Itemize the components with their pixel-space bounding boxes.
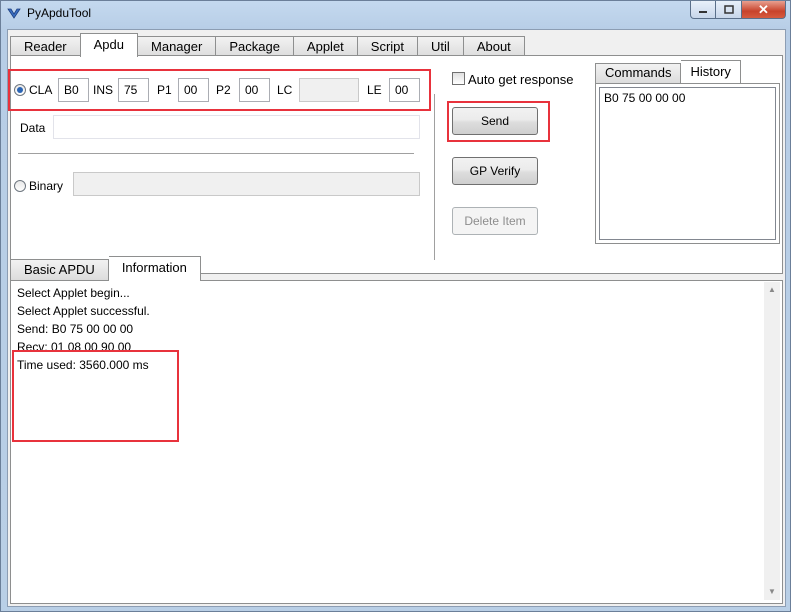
ins-label: INS: [93, 83, 114, 97]
close-button[interactable]: ✕: [742, 1, 786, 19]
log-line: Select Applet begin...: [17, 286, 130, 300]
tab-reader[interactable]: Reader: [10, 36, 80, 57]
tab-apdu[interactable]: Apdu: [79, 33, 139, 57]
tab-about[interactable]: About: [462, 36, 525, 57]
tab-script[interactable]: Script: [356, 36, 418, 57]
minimize-icon: [699, 10, 707, 13]
p2-label: P2: [216, 83, 231, 97]
tab-history[interactable]: History: [681, 60, 741, 83]
tab-applet[interactable]: Applet: [292, 36, 357, 57]
tab-information[interactable]: Information: [108, 256, 201, 281]
auto-get-response-checkbox[interactable]: [452, 72, 465, 85]
scroll-up-icon[interactable]: ▲: [764, 282, 780, 298]
send-button[interactable]: Send: [452, 107, 538, 135]
maximize-button[interactable]: [716, 1, 742, 19]
tab-manager[interactable]: Manager: [138, 36, 216, 57]
minimize-button[interactable]: [690, 1, 716, 19]
client-area: Reader Apdu Manager Package Applet Scrip…: [7, 29, 786, 607]
le-input[interactable]: 00: [389, 78, 420, 102]
delete-item-button[interactable]: Delete Item: [452, 207, 538, 235]
history-list[interactable]: B0 75 00 00 00: [599, 87, 776, 240]
tab-util[interactable]: Util: [417, 36, 463, 57]
gp-verify-button[interactable]: GP Verify: [452, 157, 538, 185]
log-line: Select Applet successful.: [17, 304, 150, 318]
le-label: LE: [367, 83, 382, 97]
log-line: Recv: 01 08 00 90 00: [17, 340, 132, 354]
list-item[interactable]: B0 75 00 00 00: [604, 91, 771, 105]
ins-input[interactable]: 75: [118, 78, 149, 102]
app-logo-icon: [7, 8, 21, 19]
window-title: PyApduTool: [27, 6, 92, 20]
log-scrollbar[interactable]: ▲ ▼: [764, 282, 780, 600]
cla-input[interactable]: B0: [58, 78, 89, 102]
scroll-down-icon[interactable]: ▼: [764, 584, 780, 600]
app-window: PyApduTool ✕ Reader Apdu Manager Package…: [0, 0, 791, 612]
data-input[interactable]: [53, 115, 420, 139]
log-line: Send: B0 75 00 00 00: [17, 322, 134, 336]
tab-commands[interactable]: Commands: [595, 63, 682, 83]
cla-mode-radio[interactable]: [14, 84, 26, 96]
p1-input[interactable]: 00: [178, 78, 209, 102]
information-panel: Select Applet begin... Select Applet suc…: [10, 280, 783, 604]
log-output[interactable]: Select Applet begin... Select Applet suc…: [13, 282, 769, 600]
tab-basic-apdu[interactable]: Basic APDU: [10, 259, 109, 280]
lc-input[interactable]: [299, 78, 359, 102]
binary-label: Binary: [29, 179, 64, 193]
vertical-separator: [434, 94, 436, 260]
p2-input[interactable]: 00: [239, 78, 270, 102]
binary-mode-radio[interactable]: [14, 180, 26, 192]
bottom-tab-strip: Basic APDU Information: [10, 256, 201, 281]
cla-label: CLA: [29, 83, 53, 97]
lc-label: LC: [277, 83, 293, 97]
data-label: Data: [20, 121, 46, 135]
close-icon: ✕: [758, 1, 769, 17]
auto-get-response-label: Auto get response: [468, 72, 574, 87]
log-line: Time used: 3560.000 ms: [17, 358, 149, 372]
side-tab-strip: Commands History: [595, 60, 741, 83]
p1-label: P1: [157, 83, 172, 97]
separator: [18, 153, 414, 155]
tab-package[interactable]: Package: [215, 36, 293, 57]
history-panel: B0 75 00 00 00: [595, 83, 780, 244]
title-bar: PyApduTool ✕: [1, 1, 790, 27]
binary-input[interactable]: [73, 172, 420, 196]
main-tab-strip: Reader Apdu Manager Package Applet Scrip…: [10, 33, 525, 57]
maximize-icon: [723, 4, 734, 14]
